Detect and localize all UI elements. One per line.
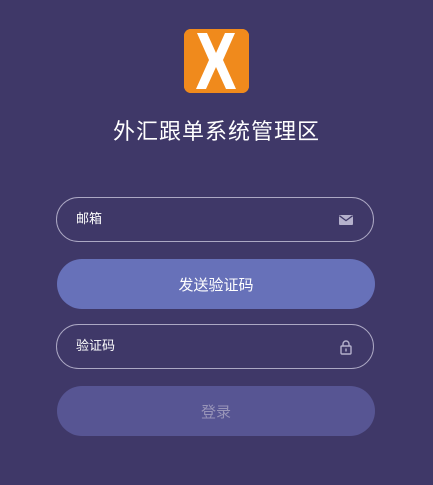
email-field[interactable] [56, 197, 374, 242]
send-code-button[interactable]: 发送验证码 [57, 259, 375, 309]
verification-code-input[interactable] [57, 325, 327, 368]
email-input[interactable] [57, 198, 327, 241]
login-button[interactable]: 登录 [57, 386, 375, 436]
lock-icon [338, 339, 354, 355]
app-logo [184, 29, 249, 93]
page-title: 外汇跟单系统管理区 [112, 120, 320, 145]
x-logo-icon [184, 29, 249, 93]
verification-code-field[interactable] [56, 324, 374, 369]
envelope-icon [338, 212, 354, 228]
